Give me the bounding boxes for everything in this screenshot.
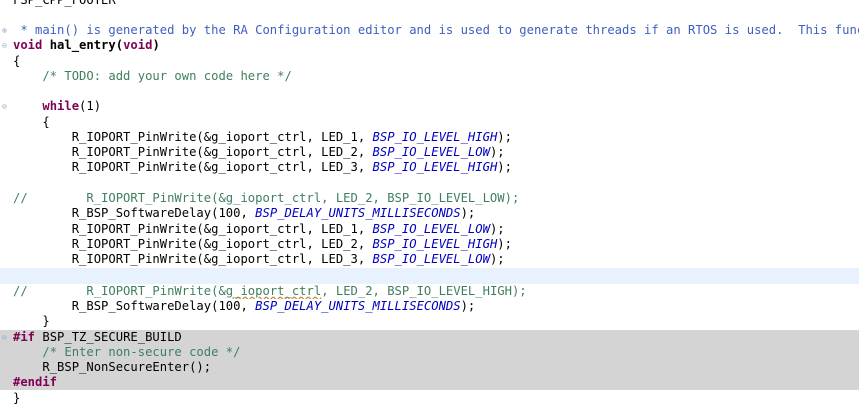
todo-comment: /* TODO: add your own code here */	[13, 69, 292, 83]
preprocessor-keyword: #if	[13, 330, 36, 344]
macro-constant: BSP_IO_LEVEL_HIGH	[372, 237, 498, 251]
fold-collapse-icon[interactable]: ⊖	[2, 102, 7, 111]
code-line[interactable]: ⊖ while(1)	[0, 99, 859, 114]
spelling-squiggle: g_ioport_ctrl	[225, 284, 322, 298]
macro-constant: BSP_IO_LEVEL_LOW	[372, 145, 490, 159]
code-line[interactable]: R_IOPORT_PinWrite(&g_ioport_ctrl, LED_1,…	[0, 222, 859, 237]
code-line[interactable]: {	[0, 115, 859, 130]
keyword: void	[13, 38, 43, 52]
code-line[interactable]: }	[0, 391, 859, 406]
fold-collapse-icon[interactable]: ⊖	[2, 41, 7, 50]
keyword: void	[123, 38, 153, 52]
keyword: while	[42, 99, 80, 113]
code-line[interactable]: R_IOPORT_PinWrite(&g_ioport_ctrl, LED_3,…	[0, 252, 859, 267]
macro-constant: BSP_IO_LEVEL_HIGH	[372, 130, 498, 144]
inactive-code-line[interactable]: #endif	[0, 375, 859, 391]
code-line[interactable]: FSP_CPP_FOOTER	[0, 0, 859, 8]
preprocessor-keyword: #endif	[13, 375, 58, 389]
fold-expand-icon[interactable]: ⊕	[2, 26, 7, 35]
code-line[interactable]: R_IOPORT_PinWrite(&g_ioport_ctrl, LED_1,…	[0, 130, 859, 145]
macro-constant: BSP_IO_LEVEL_LOW	[372, 252, 490, 266]
code-line[interactable]: // R_IOPORT_PinWrite(&g_ioport_ctrl, LED…	[0, 284, 859, 299]
code-line[interactable]: R_BSP_SoftwareDelay(100, BSP_DELAY_UNITS…	[0, 299, 859, 314]
inactive-code-line[interactable]: /* Enter non-secure code */	[0, 345, 859, 361]
doc-comment-text: * main() is generated by the RA Configur…	[13, 23, 859, 37]
macro-constant: BSP_IO_LEVEL_HIGH	[372, 160, 498, 174]
code-line[interactable]: ⊕ * main() is generated by the RA Config…	[0, 23, 859, 38]
current-line-highlight[interactable]	[0, 268, 859, 284]
macro-constant: BSP_DELAY_UNITS_MILLISECONDS	[255, 206, 461, 220]
inactive-code-line[interactable]: R_BSP_NonSecureEnter();	[0, 360, 859, 376]
code-line[interactable]: R_IOPORT_PinWrite(&g_ioport_ctrl, LED_2,…	[0, 145, 859, 160]
code-line[interactable]: // R_IOPORT_PinWrite(&g_ioport_ctrl, LED…	[0, 191, 859, 206]
macro-constant: BSP_IO_LEVEL_LOW	[372, 222, 490, 236]
code-line[interactable]: R_BSP_SoftwareDelay(100, BSP_DELAY_UNITS…	[0, 206, 859, 221]
code-line[interactable]: ⊖ void hal_entry(void)	[0, 38, 859, 53]
code-line[interactable]: R_IOPORT_PinWrite(&g_ioport_ctrl, LED_2,…	[0, 237, 859, 252]
code-line[interactable]: {	[0, 54, 859, 69]
macro-constant: BSP_DELAY_UNITS_MILLISECONDS	[255, 299, 461, 313]
fold-collapse-icon[interactable]: ⊖	[2, 333, 7, 342]
code-editor[interactable]: FSP_CPP_FOOTER ⊕ * main() is generated b…	[0, 0, 859, 412]
code-text: FSP_CPP_FOOTER	[13, 0, 116, 7]
inactive-code-line[interactable]: ⊖ #if BSP_TZ_SECURE_BUILD	[0, 330, 859, 346]
function-name: hal_entry(	[42, 38, 124, 52]
code-line[interactable]: /* TODO: add your own code here */	[0, 69, 859, 84]
code-line[interactable]: }	[0, 314, 859, 329]
line-comment: // R_IOPORT_PinWrite(&	[13, 284, 226, 298]
line-comment: // R_IOPORT_PinWrite(&g_ioport_ctrl, LED…	[13, 191, 520, 205]
code-line[interactable]: R_IOPORT_PinWrite(&g_ioport_ctrl, LED_3,…	[0, 160, 859, 175]
block-comment: /* Enter non-secure code */	[13, 345, 241, 359]
